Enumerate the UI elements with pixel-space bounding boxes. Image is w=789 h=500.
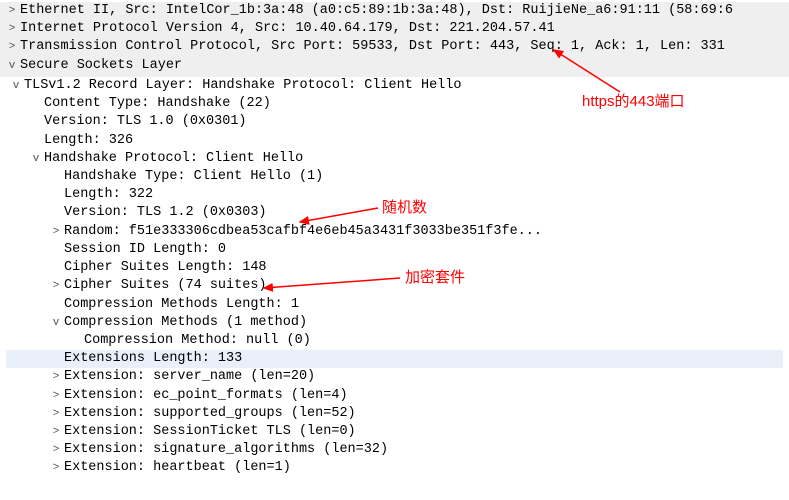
tree-row[interactable]: Compression Methods Length: 1: [6, 296, 783, 314]
tree-row-text: Compression Methods (1 method): [64, 315, 307, 330]
chevron-down-icon: v: [50, 316, 62, 331]
tree-row[interactable]: Version: TLS 1.0 (0x0301): [6, 113, 783, 131]
tree-row[interactable]: >Random: f51e333306cdbea53cafbf4e6eb45a3…: [6, 223, 783, 241]
chevron-right-icon: >: [50, 225, 62, 240]
protocol-tree: vTLSv1.2 Record Layer: Handshake Protoco…: [0, 77, 789, 478]
tree-row-text: Extension: signature_algorithms (len=32): [64, 442, 388, 457]
chevron-down-icon: v: [30, 152, 42, 167]
tree-row-text: Compression Method: null (0): [84, 333, 311, 348]
spacer-icon: [70, 334, 82, 349]
tree-row[interactable]: >Cipher Suites (74 suites): [6, 277, 783, 295]
spacer-icon: [50, 298, 62, 313]
tree-row[interactable]: >Extension: server_name (len=20): [6, 368, 783, 386]
tree-row-text: Handshake Type: Client Hello (1): [64, 169, 323, 184]
chevron-right-icon: >: [50, 389, 62, 404]
chevron-right-icon: >: [50, 443, 62, 458]
tree-row-text: Handshake Protocol: Client Hello: [44, 151, 303, 166]
spacer-icon: [50, 243, 62, 258]
packet-headers: >Ethernet II, Src: IntelCor_1b:3a:48 (a0…: [0, 2, 789, 77]
annotation-random: 随机数: [382, 198, 427, 218]
ssl-line[interactable]: vSecure Sockets Layer: [6, 57, 783, 75]
chevron-right-icon: >: [6, 4, 18, 19]
chevron-right-icon: >: [50, 425, 62, 440]
tree-row[interactable]: Cipher Suites Length: 148: [6, 259, 783, 277]
tree-row-text: Extension: server_name (len=20): [64, 369, 315, 384]
chevron-right-icon: >: [50, 407, 62, 422]
tree-row[interactable]: >Extension: heartbeat (len=1): [6, 459, 783, 477]
tree-row[interactable]: Compression Method: null (0): [6, 332, 783, 350]
tree-row[interactable]: >Extension: SessionTicket TLS (len=0): [6, 423, 783, 441]
tree-row-text: Compression Methods Length: 1: [64, 297, 299, 312]
tree-row[interactable]: >Extension: ec_point_formats (len=4): [6, 387, 783, 405]
tree-row[interactable]: >Extension: signature_algorithms (len=32…: [6, 441, 783, 459]
tree-row[interactable]: >Extension: supported_groups (len=52): [6, 405, 783, 423]
annotation-cipher-suites: 加密套件: [405, 268, 465, 288]
tree-row[interactable]: Session ID Length: 0: [6, 241, 783, 259]
spacer-icon: [50, 261, 62, 276]
tree-row-text: Extension: ec_point_formats (len=4): [64, 388, 348, 403]
annotation-https-port: https的443端口: [582, 92, 685, 112]
tree-row-text: Content Type: Handshake (22): [44, 96, 271, 111]
tree-row-text: Extensions Length: 133: [64, 351, 242, 366]
spacer-icon: [50, 188, 62, 203]
tree-row[interactable]: Handshake Type: Client Hello (1): [6, 168, 783, 186]
dst-port-value: 443: [490, 39, 514, 54]
spacer-icon: [50, 352, 62, 367]
tree-row-text: Cipher Suites Length: 148: [64, 260, 267, 275]
tree-row[interactable]: vHandshake Protocol: Client Hello: [6, 150, 783, 168]
tree-row-text: Extension: supported_groups (len=52): [64, 406, 356, 421]
chevron-right-icon: >: [6, 40, 18, 55]
chevron-right-icon: >: [6, 22, 18, 37]
tree-row-text: Extension: heartbeat (len=1): [64, 460, 291, 475]
tcp-line[interactable]: >Transmission Control Protocol, Src Port…: [6, 38, 783, 56]
tree-row[interactable]: Length: 326: [6, 132, 783, 150]
chevron-down-icon: v: [6, 59, 18, 74]
tree-row-text: TLSv1.2 Record Layer: Handshake Protocol…: [24, 78, 461, 93]
spacer-icon: [30, 134, 42, 149]
tree-row-text: Length: 326: [44, 133, 133, 148]
ip-line[interactable]: >Internet Protocol Version 4, Src: 10.40…: [6, 20, 783, 38]
spacer-icon: [30, 115, 42, 130]
spacer-icon: [50, 206, 62, 221]
tree-row-text: Extension: SessionTicket TLS (len=0): [64, 424, 356, 439]
chevron-down-icon: v: [10, 79, 22, 94]
tree-row-text: Version: TLS 1.0 (0x0301): [44, 114, 247, 129]
tree-row-text: Random: f51e333306cdbea53cafbf4e6eb45a34…: [64, 224, 542, 239]
tree-row-text: Length: 322: [64, 187, 153, 202]
tree-row[interactable]: vCompression Methods (1 method): [6, 314, 783, 332]
chevron-right-icon: >: [50, 461, 62, 476]
ethernet-line[interactable]: >Ethernet II, Src: IntelCor_1b:3a:48 (a0…: [6, 2, 783, 20]
spacer-icon: [30, 97, 42, 112]
spacer-icon: [50, 170, 62, 185]
chevron-right-icon: >: [50, 370, 62, 385]
chevron-right-icon: >: [50, 279, 62, 294]
tree-row-text: Version: TLS 1.2 (0x0303): [64, 205, 267, 220]
tree-row-text: Cipher Suites (74 suites): [64, 278, 267, 293]
tree-row-text: Session ID Length: 0: [64, 242, 226, 257]
tree-row[interactable]: Extensions Length: 133: [6, 350, 783, 368]
